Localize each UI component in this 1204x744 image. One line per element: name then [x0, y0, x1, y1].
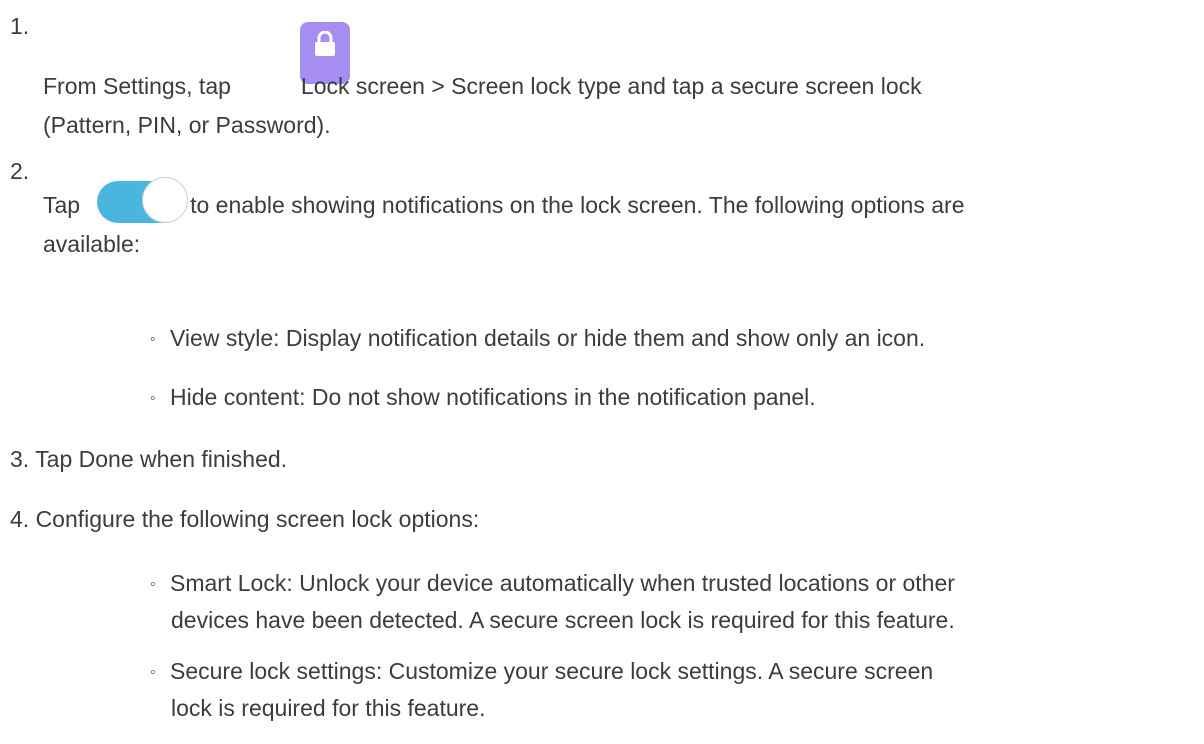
step-2-text-before: Tap — [43, 192, 81, 218]
list-item-smart-lock: ◦ Smart Lock: Unlock your device automati… — [150, 565, 1190, 603]
step-2-number: 2. — [10, 158, 30, 184]
step-1-text-after: Lock screen > Screen lock type and tap a… — [300, 73, 922, 99]
step-1-text-line2: (Pattern, PIN, or Password). — [43, 112, 331, 138]
step-2-text-after: to enable showing notifications on the l… — [190, 192, 965, 218]
list-item-secure-lock-settings-cont: lock is required for this feature. — [171, 695, 486, 721]
list-item-smart-lock-cont: devices have been detected. A secure scr… — [171, 607, 955, 633]
step-1-number: 1. — [10, 13, 30, 39]
list-item-view-style: ◦ View style: Display notification detail… — [150, 320, 1190, 358]
bullet-mark: ◦ — [150, 331, 156, 348]
step-4-text: 4. Configure the following screen lock o… — [10, 506, 480, 532]
bullet-mark: ◦ — [150, 664, 156, 681]
step-2-text-line2: available: — [43, 231, 141, 257]
bullet-text: Smart Lock: Unlock your device automatic… — [170, 570, 955, 596]
step-2-text: Tap to enable showing notifications on th… — [43, 186, 1183, 264]
list-item-hide-content: ◦ Hide content: Do not show notifications… — [150, 379, 1190, 417]
bullet-text: Hide content: Do not show notifications … — [170, 384, 816, 410]
step-3-text: 3. Tap Done when finished. — [10, 446, 288, 472]
bullet-text: View style: Display notification details… — [170, 325, 926, 351]
bullet-text: Secure lock settings: Customize your sec… — [170, 658, 934, 684]
step-1-text: From Settings, tap Lock screen > Screen l… — [43, 67, 1183, 145]
bullet-mark: ◦ — [150, 390, 156, 407]
step-1-text-before: From Settings, tap — [43, 73, 231, 99]
bullet-mark: ◦ — [150, 576, 156, 593]
list-item-secure-lock-settings: ◦ Secure lock settings: Customize your se… — [150, 653, 1190, 691]
